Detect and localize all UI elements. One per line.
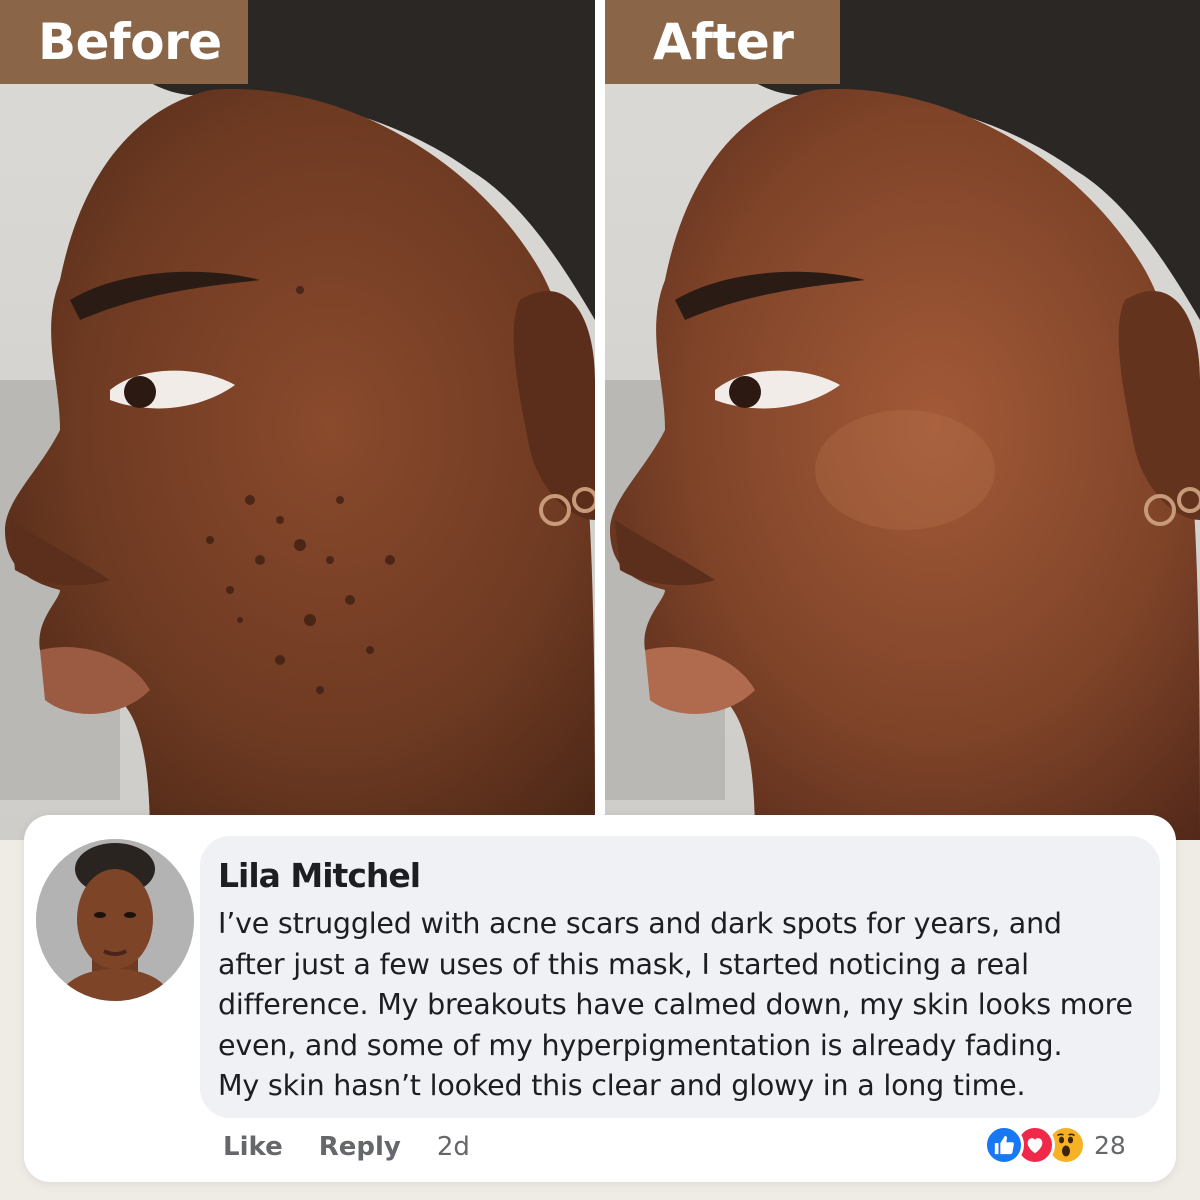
panel-divider bbox=[595, 0, 605, 840]
comment-author-name[interactable]: Lila Mitchel bbox=[218, 856, 1142, 904]
comment-text-line: even, and some of my hyperpigmentation i… bbox=[218, 1028, 1063, 1062]
comment-text-line: after just a few uses of this mask, I st… bbox=[218, 947, 1029, 981]
reply-button[interactable]: Reply bbox=[319, 1132, 401, 1162]
comment-text-line: I’ve struggled with acne scars and dark … bbox=[218, 907, 1062, 940]
comment-timestamp[interactable]: 2d bbox=[437, 1132, 470, 1162]
avatar[interactable] bbox=[36, 839, 194, 1001]
before-face-photo bbox=[0, 0, 595, 840]
after-label: After bbox=[605, 0, 840, 84]
comment-actions: Like Reply 2d bbox=[223, 1127, 470, 1167]
before-photo-panel: Before bbox=[0, 0, 595, 840]
comment-text-line: My skin hasn’t looked this clear and glo… bbox=[218, 1069, 1026, 1102]
comment-card: Lila Mitchel I’ve struggled with acne sc… bbox=[24, 815, 1176, 1182]
comment-text-line: difference. My breakouts have calmed dow… bbox=[218, 988, 1133, 1021]
reaction-count: 28 bbox=[1094, 1130, 1126, 1160]
reactions-summary[interactable]: 28 bbox=[984, 1123, 1126, 1167]
like-icon bbox=[984, 1125, 1024, 1165]
avatar-photo bbox=[36, 839, 194, 1001]
before-label: Before bbox=[0, 0, 248, 84]
comment-bubble: Lila Mitchel I’ve struggled with acne sc… bbox=[200, 836, 1160, 1118]
after-face-photo bbox=[605, 0, 1200, 840]
like-button[interactable]: Like bbox=[223, 1132, 283, 1162]
after-photo-panel: After bbox=[605, 0, 1200, 840]
